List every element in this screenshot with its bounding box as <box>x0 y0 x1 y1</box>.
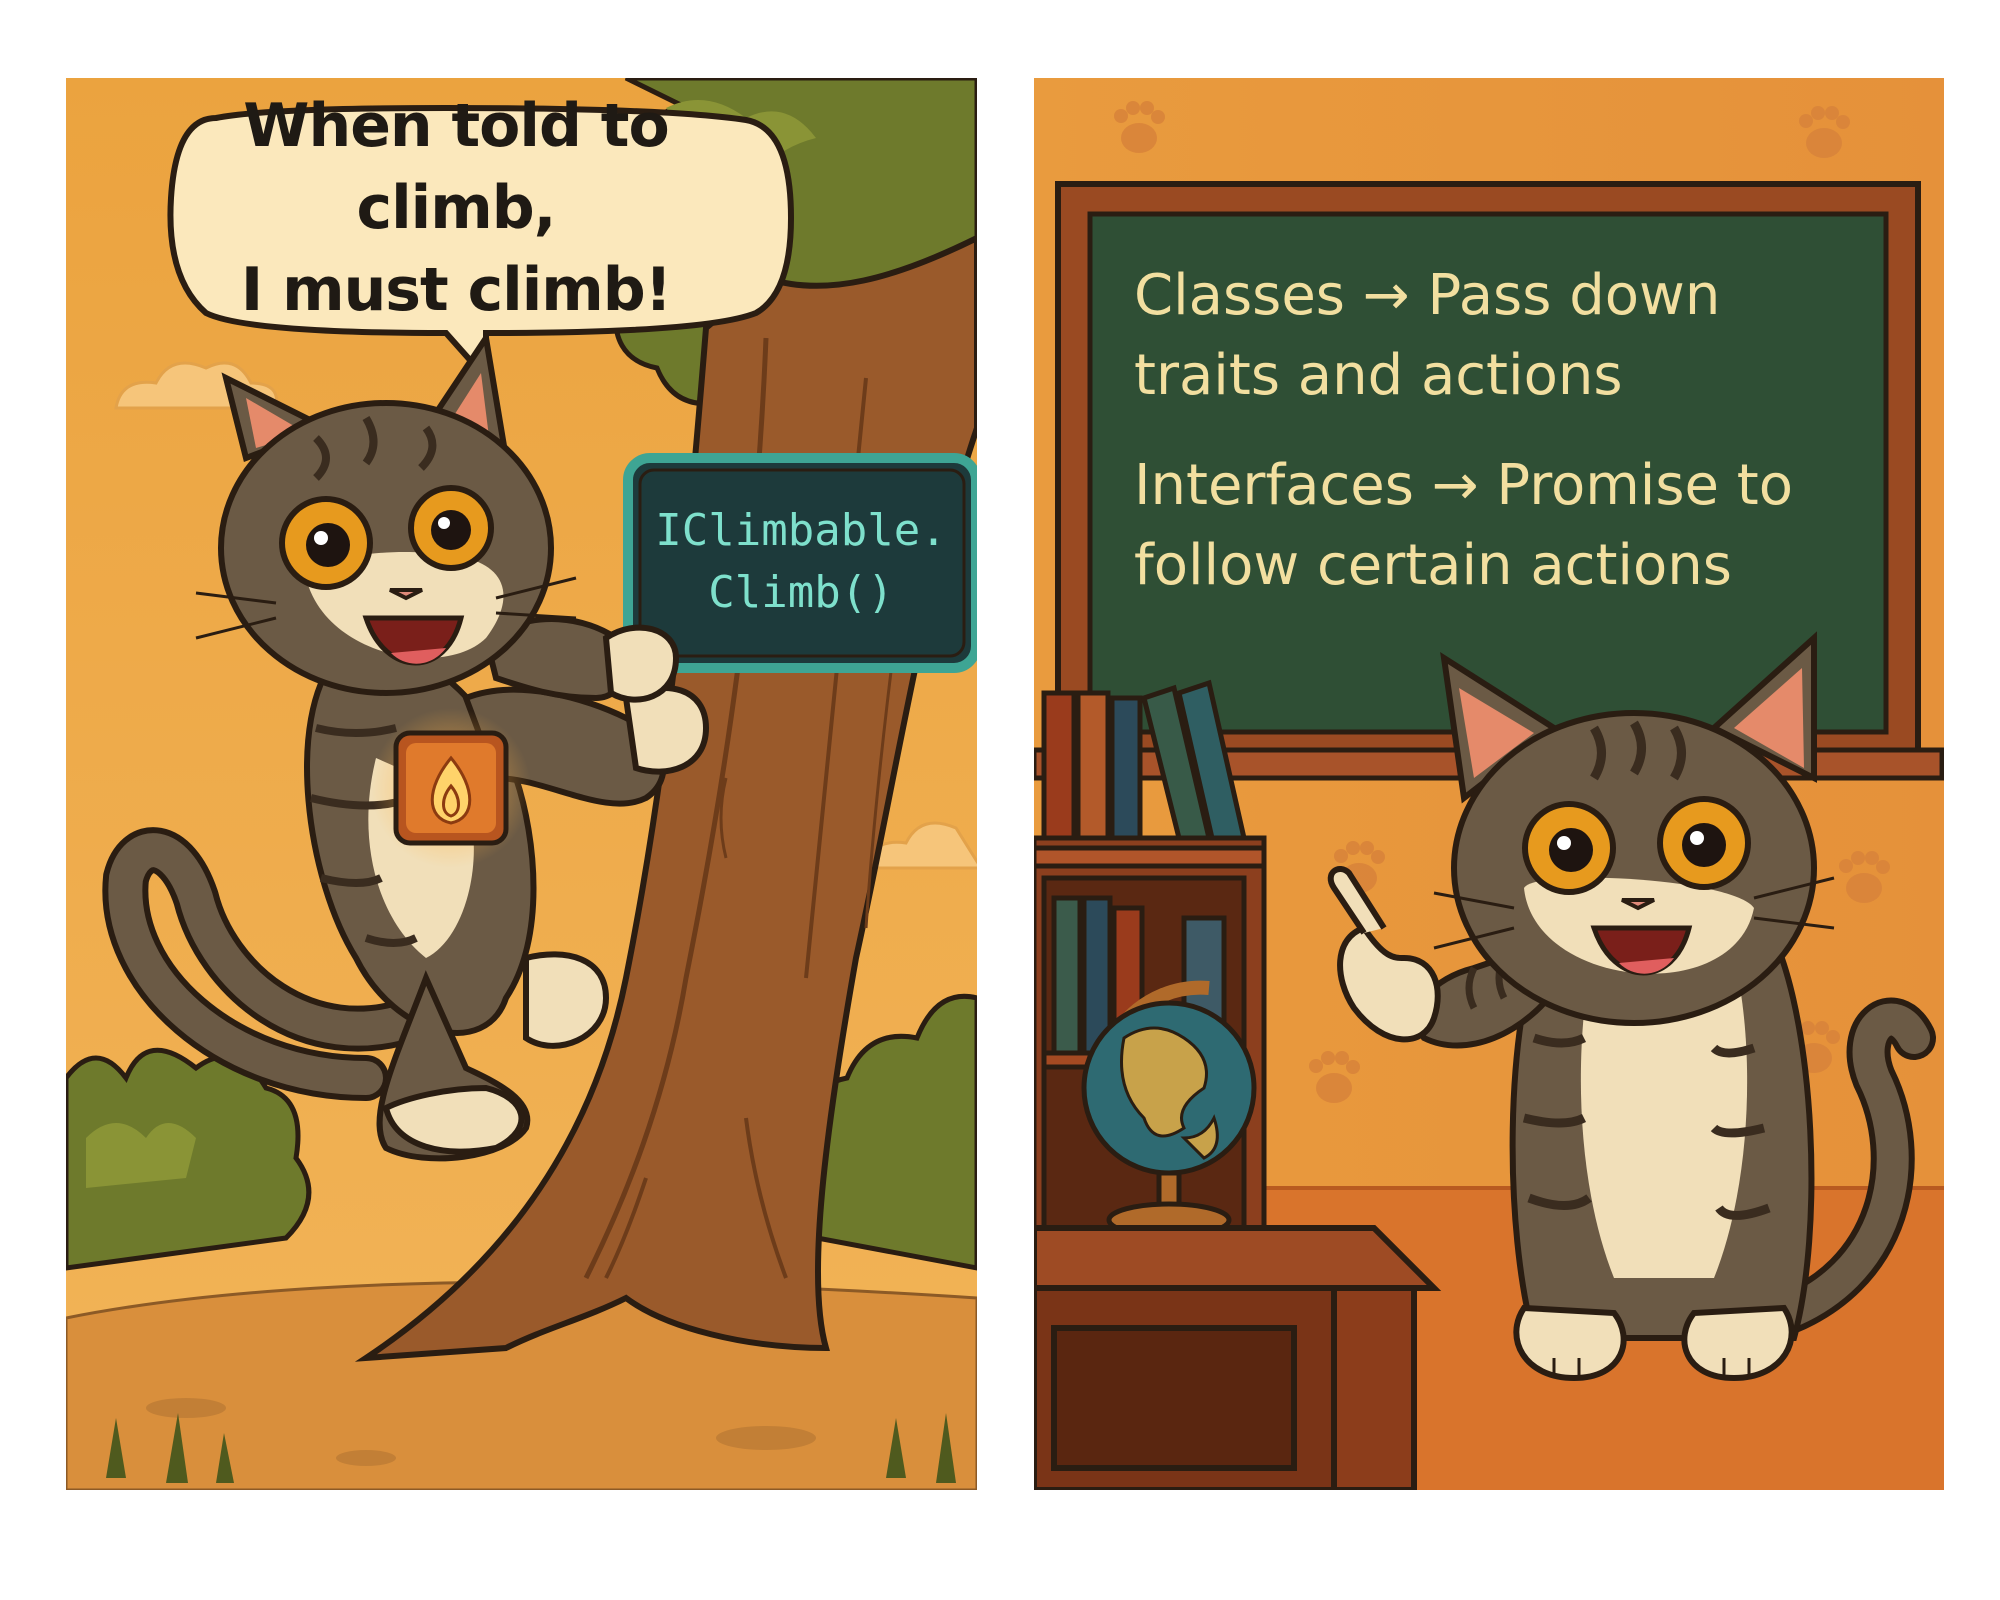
right-comic-panel: Classes → Pass down traits and actions I… <box>1034 78 1944 1490</box>
left-comic-panel: When told to climb, I must climb! IClimb… <box>66 78 977 1490</box>
code-line-1: IClimbable. <box>655 505 947 556</box>
flame-badge <box>371 708 531 868</box>
code-sign-text: IClimbable. Climb() <box>622 460 977 664</box>
speech-bubble-text: When told to climb, I must climb! <box>176 91 736 325</box>
desk <box>1034 1225 1442 1490</box>
speech-line-2: I must climb! <box>240 255 672 325</box>
chalkboard-text: Classes → Pass down traits and actions I… <box>1134 256 1874 606</box>
interfaces-line-1: Interfaces → Promise to <box>1134 453 1794 518</box>
code-line-2: Climb() <box>708 567 894 618</box>
classes-line-2: traits and actions <box>1134 343 1623 408</box>
speech-line-1: When told to climb, <box>243 91 669 243</box>
interfaces-line-2: follow certain actions <box>1134 533 1732 598</box>
classes-line-1: Classes → Pass down <box>1134 263 1721 328</box>
